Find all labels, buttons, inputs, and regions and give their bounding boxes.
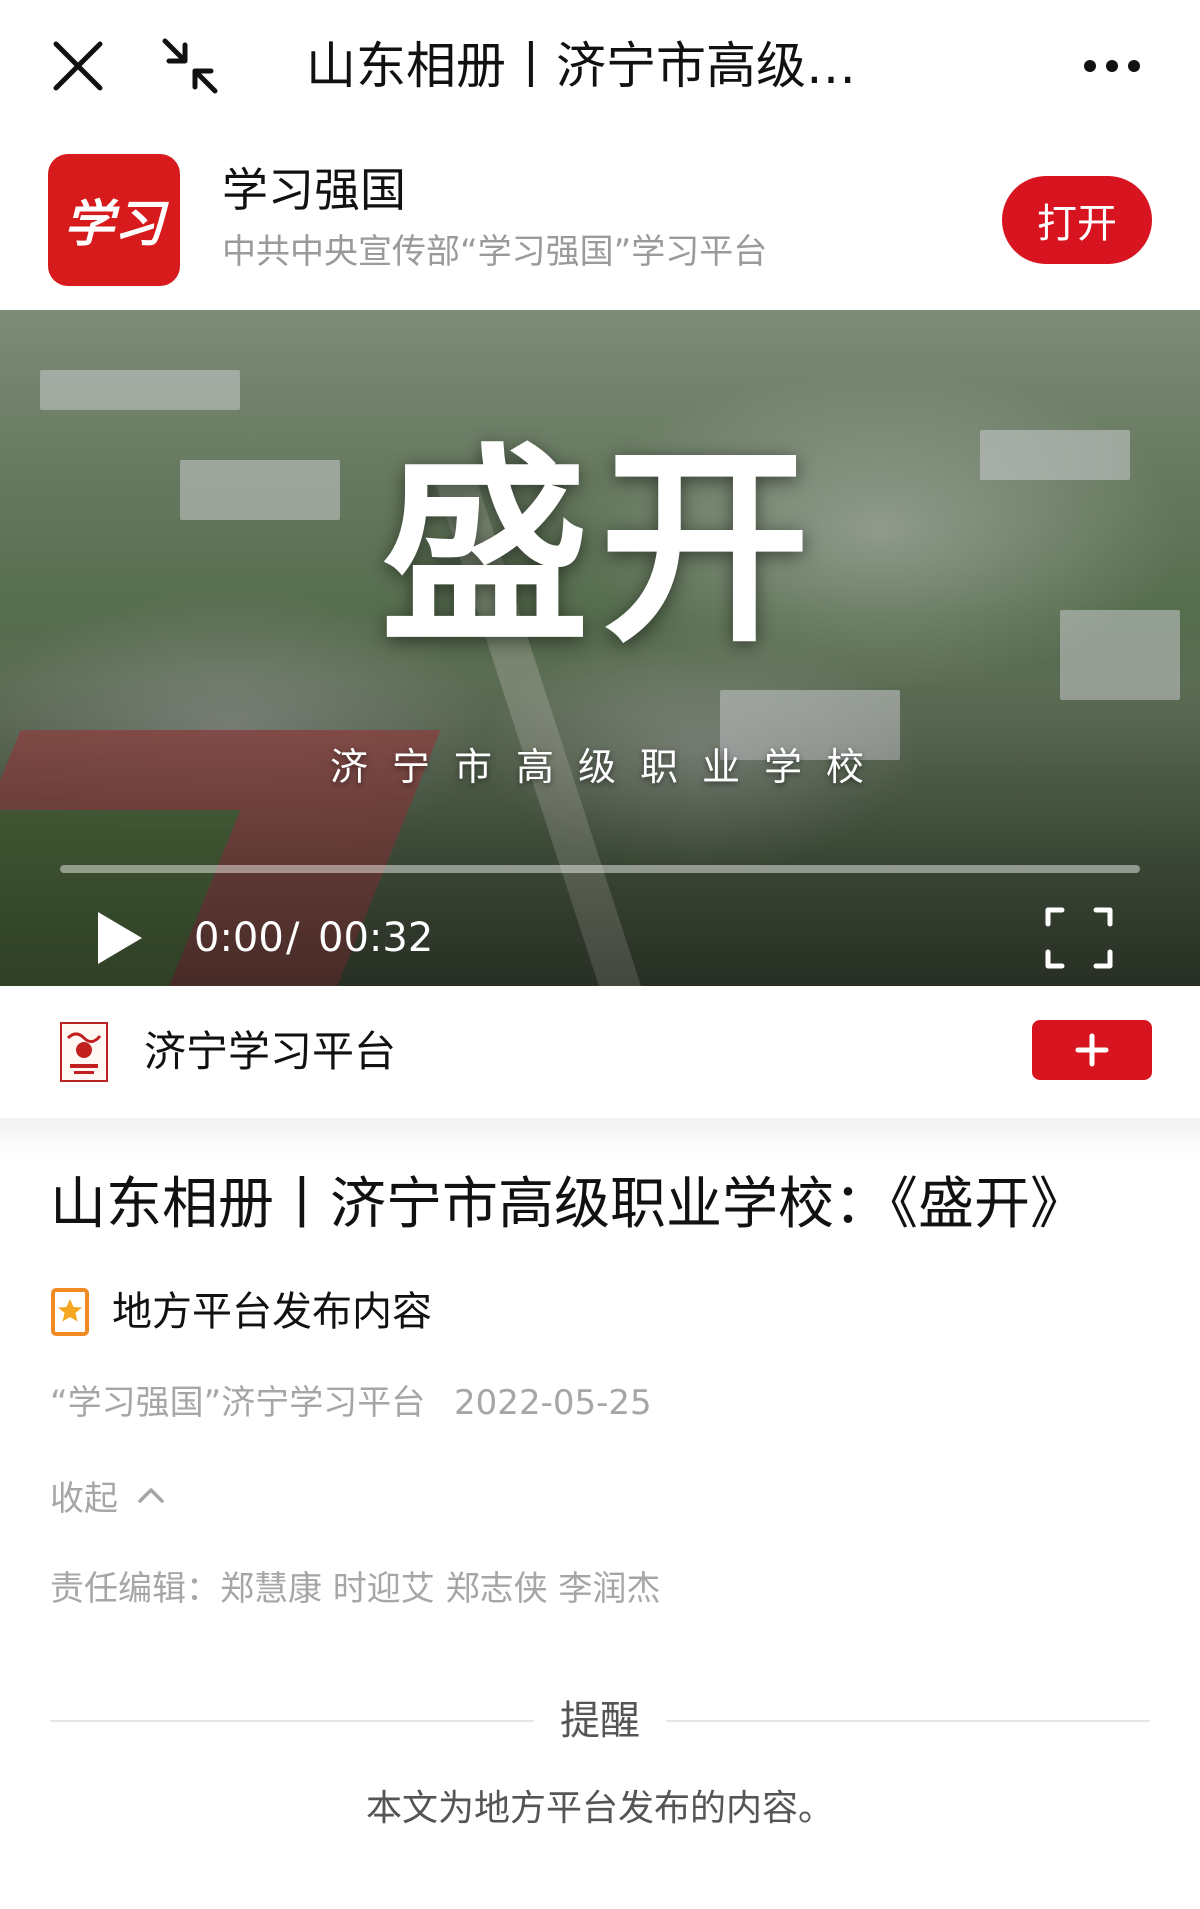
article-date: 2022-05-25 [454,1383,652,1423]
reminder-text: 本文为地方平台发布的内容。 [365,1788,834,1829]
article-source: “学习强国”济宁学习平台 [50,1383,426,1423]
minimize-button[interactable] [152,28,228,104]
section-divider [0,1118,1200,1158]
fullscreen-button[interactable] [1044,906,1114,970]
plus-icon [1075,1033,1109,1067]
channel-logo[interactable] [60,1022,108,1082]
channel-row: 济宁学习平台 [0,986,1200,1118]
video-current-time: 0:00 [194,915,284,961]
open-app-button[interactable]: 打开 [1002,176,1152,264]
more-options-button[interactable] [1074,28,1150,104]
collapse-toggle[interactable]: 收起 [50,1468,166,1522]
chevron-up-icon [138,1488,164,1503]
channel-logo-icon [62,1024,106,1080]
follow-button[interactable] [1032,1020,1152,1080]
article-title: 山东相册丨济宁市高级职业学校：《盛开》 [50,1172,1086,1237]
channel-name[interactable]: 济宁学习平台 [144,1024,396,1080]
minimize-icon [162,38,218,94]
close-button[interactable] [40,28,116,104]
close-icon [53,41,103,91]
article-meta: “学习强国”济宁学习平台 2022-05-25 [50,1378,652,1428]
responsible-editors: 责任编辑：郑慧康 时迎艾 郑志侠 李润杰 [50,1569,661,1609]
video-subtitle: 济宁市高级职业学校 [330,745,889,789]
video-title-calligraphy: 盛开 [379,424,820,671]
fullscreen-icon [1045,907,1113,969]
source-tag-label: 地方平台发布内容 [112,1289,432,1335]
source-tag: 地方平台发布内容 [50,1286,432,1338]
star-badge-icon [51,1288,89,1336]
app-name: 学习强国 [222,163,406,217]
app-logo: 学习 [48,154,180,286]
app-description: 中共中央宣传部“学习强国”学习平台 [222,232,768,272]
play-icon [98,912,142,964]
video-progress-bar[interactable] [60,865,1140,873]
page-title: 山东相册丨济宁市高级… [306,37,856,95]
reminder-divider-left [50,1720,534,1722]
video-total-time: 00:32 [318,915,434,961]
video-player[interactable]: 盛开 济宁市高级职业学校 0:00 / 00:32 [0,310,1200,986]
app-download-banner: 学习 学习强国 中共中央宣传部“学习强国”学习平台 打开 [0,132,1200,310]
reminder-divider-right [666,1720,1150,1722]
reminder-heading: 提醒 [560,1698,640,1744]
collapse-label: 收起 [50,1478,118,1519]
top-navigation-bar: 山东相册丨济宁市高级… [0,0,1200,132]
more-icon [1084,60,1140,72]
play-button[interactable] [92,906,150,970]
video-time-separator: / [286,915,300,961]
